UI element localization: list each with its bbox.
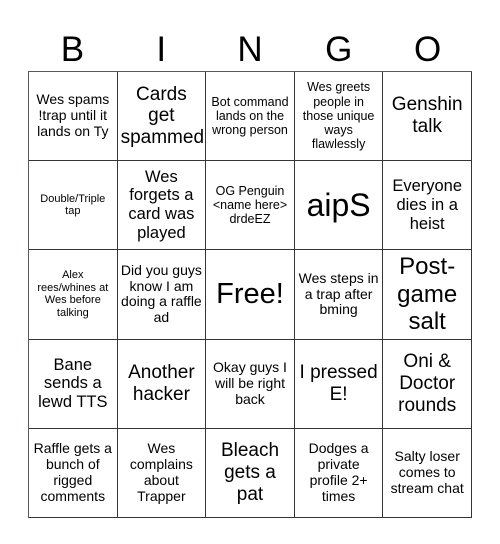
bingo-cell-label: Bot command lands on the wrong person bbox=[211, 94, 289, 138]
bingo-header-letter-n: N bbox=[237, 30, 263, 69]
bingo-cell[interactable]: Post-game salt bbox=[383, 250, 472, 340]
bingo-cell[interactable]: Wes complains about Trapper bbox=[117, 428, 207, 518]
bingo-grid: Wes spams !trap until it lands on Ty Car… bbox=[28, 71, 472, 518]
bingo-cell-label: Raffle gets a bunch of rigged comments bbox=[33, 439, 112, 504]
bingo-cell[interactable]: Cards get spammed bbox=[117, 72, 207, 162]
bingo-cell-label: Wes spams !trap until it lands on Ty bbox=[36, 91, 110, 140]
bingo-cell[interactable]: Alex rees/whines at Wes before talking bbox=[29, 250, 118, 340]
bingo-header-letter-g: G bbox=[325, 30, 353, 69]
bingo-cell-label: Cards get spammed bbox=[120, 83, 205, 148]
bingo-cell[interactable]: Oni & Doctor rounds bbox=[383, 339, 472, 429]
bingo-cell-free-space[interactable]: Free! bbox=[206, 250, 295, 340]
bingo-cell[interactable]: Wes steps in a trap after bming bbox=[294, 250, 384, 340]
bingo-cell[interactable]: Wes spams !trap until it lands on Ty bbox=[29, 72, 118, 162]
bingo-cell[interactable]: Okay guys I will be right back bbox=[206, 339, 295, 429]
bingo-cell[interactable]: Salty loser comes to stream chat bbox=[383, 428, 472, 518]
bingo-cell[interactable]: Everyone dies in a heist bbox=[383, 161, 472, 251]
bingo-cell-label: OG Penguin <name here> drdeEZ bbox=[212, 183, 288, 227]
bingo-header-letter-b: B bbox=[60, 30, 85, 69]
bingo-cell-label: Another hacker bbox=[128, 362, 195, 405]
bingo-cell-label: Wes forgets a card was played bbox=[128, 167, 195, 243]
bingo-cell-label: Everyone dies in a heist bbox=[392, 177, 463, 233]
bingo-cell-label: Okay guys I will be right back bbox=[213, 358, 287, 407]
bingo-cell-label: I pressed E! bbox=[299, 362, 378, 405]
bingo-cell-label: Wes steps in a trap after bming bbox=[298, 269, 379, 318]
bingo-card: B I N G O Wes spams !trap until it lands… bbox=[0, 0, 500, 544]
bingo-cell[interactable]: Another hacker bbox=[117, 339, 207, 429]
bingo-cell-label: aipS bbox=[306, 187, 371, 224]
bingo-cell[interactable]: Bot command lands on the wrong person bbox=[206, 72, 295, 162]
bingo-cell-label: Oni & Doctor rounds bbox=[398, 351, 457, 416]
bingo-cell-label: Bane sends a lewd TTS bbox=[38, 355, 108, 412]
bingo-cell[interactable]: Dodges a private profile 2+ times bbox=[294, 428, 384, 518]
bingo-cell[interactable]: Bane sends a lewd TTS bbox=[29, 339, 118, 429]
bingo-header-letter-i: I bbox=[156, 30, 167, 69]
bingo-cell-label: Salty loser comes to stream chat bbox=[390, 447, 464, 496]
bingo-cell-label: Wes greets people in those unique ways f… bbox=[302, 80, 375, 152]
bingo-cell[interactable]: Wes forgets a card was played bbox=[117, 161, 207, 251]
bingo-cell-label: Wes complains about Trapper bbox=[129, 439, 193, 504]
bingo-cell-label: Post-game salt bbox=[397, 253, 458, 336]
bingo-cell-label: Genshin talk bbox=[391, 94, 463, 138]
bingo-cell[interactable]: Bleach gets a pat bbox=[206, 428, 295, 518]
bingo-cell[interactable]: I pressed E! bbox=[294, 339, 384, 429]
bingo-cell-label: Dodges a private profile 2+ times bbox=[308, 439, 369, 504]
bingo-cell-label: Did you guys know I am doing a raffle ad bbox=[120, 261, 202, 326]
bingo-cell-label: Bleach gets a pat bbox=[220, 440, 280, 505]
bingo-header-letter-o: O bbox=[413, 30, 442, 69]
bingo-cell[interactable]: Did you guys know I am doing a raffle ad bbox=[117, 250, 207, 340]
bingo-cell[interactable]: Raffle gets a bunch of rigged comments bbox=[29, 428, 118, 518]
bingo-cell[interactable]: Double/Triple tap bbox=[29, 161, 118, 251]
bingo-cell-label: Double/Triple tap bbox=[40, 192, 106, 218]
bingo-cell-label: Free! bbox=[216, 277, 284, 310]
bingo-cell[interactable]: Wes greets people in those unique ways f… bbox=[294, 72, 384, 162]
bingo-cell[interactable]: aipS bbox=[294, 161, 384, 251]
bingo-header: B I N G O bbox=[28, 16, 472, 70]
bingo-cell-label: Alex rees/whines at Wes before talking bbox=[37, 269, 109, 320]
bingo-cell[interactable]: Genshin talk bbox=[383, 72, 472, 162]
bingo-cell[interactable]: OG Penguin <name here> drdeEZ bbox=[206, 161, 295, 251]
